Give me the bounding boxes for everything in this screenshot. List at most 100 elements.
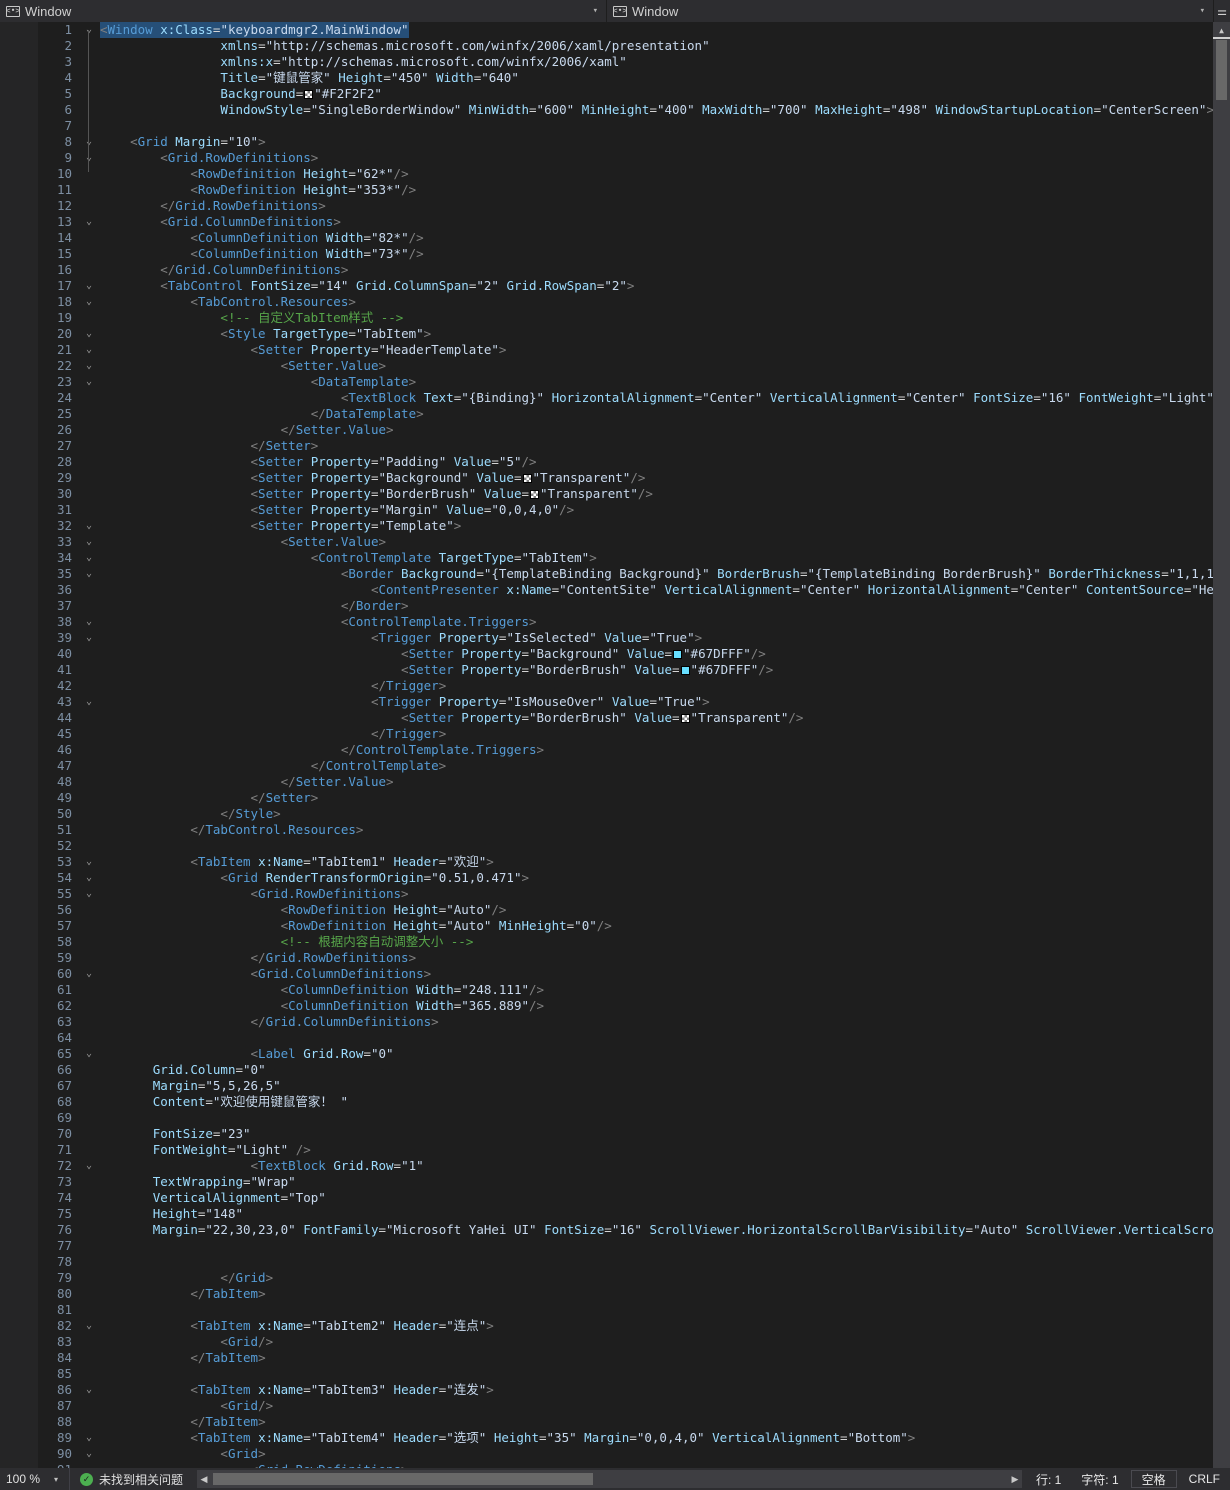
code-line[interactable]: <TextBlock Grid.Row="1" bbox=[100, 1158, 1230, 1174]
code-line[interactable]: <TabControl.Resources> bbox=[100, 294, 1230, 310]
code-line[interactable]: </Trigger> bbox=[100, 726, 1230, 742]
code-line[interactable]: <TabItem x:Name="TabItem4" Header="选项" H… bbox=[100, 1430, 1230, 1446]
scroll-left-arrow[interactable]: ◀ bbox=[197, 1470, 211, 1488]
code-line[interactable] bbox=[100, 838, 1230, 854]
code-line[interactable]: FontSize="23" bbox=[100, 1126, 1230, 1142]
code-line[interactable]: </TabItem> bbox=[100, 1350, 1230, 1366]
code-line[interactable]: <ColumnDefinition Width="73*"/> bbox=[100, 246, 1230, 262]
code-line[interactable]: <RowDefinition Height="Auto" MinHeight="… bbox=[100, 918, 1230, 934]
vertical-scroll-thumb[interactable] bbox=[1216, 40, 1227, 100]
fold-chevron-down-icon[interactable]: ⌄ bbox=[78, 566, 100, 582]
fold-chevron-down-icon[interactable]: ⌄ bbox=[78, 630, 100, 646]
code-line[interactable] bbox=[100, 118, 1230, 134]
code-line[interactable]: </TabItem> bbox=[100, 1286, 1230, 1302]
code-line[interactable]: <ColumnDefinition Width="82*"/> bbox=[100, 230, 1230, 246]
fold-chevron-down-icon[interactable]: ⌄ bbox=[78, 294, 100, 310]
vertical-scrollbar[interactable]: ▲ bbox=[1213, 22, 1230, 1468]
code-line[interactable]: Grid.Column="0" bbox=[100, 1062, 1230, 1078]
code-line[interactable] bbox=[100, 1302, 1230, 1318]
fold-chevron-down-icon[interactable]: ⌄ bbox=[78, 1430, 100, 1446]
code-line[interactable]: <Grid> bbox=[100, 1446, 1230, 1462]
code-line[interactable]: </Setter> bbox=[100, 790, 1230, 806]
code-line[interactable]: <Setter Property="Template"> bbox=[100, 518, 1230, 534]
zoom-control[interactable]: 100 % ▾ bbox=[0, 1468, 70, 1490]
status-indentation-mode[interactable]: 空格 bbox=[1130, 1470, 1177, 1488]
fold-chevron-down-icon[interactable]: ⌄ bbox=[78, 214, 100, 230]
code-line[interactable]: </Trigger> bbox=[100, 678, 1230, 694]
code-text-area[interactable]: <Window x:Class="keyboardmgr2.MainWindow… bbox=[100, 22, 1230, 1468]
code-line[interactable]: VerticalAlignment="Top" bbox=[100, 1190, 1230, 1206]
code-line[interactable]: </Setter.Value> bbox=[100, 422, 1230, 438]
code-line[interactable]: <Setter Property="Padding" Value="5"/> bbox=[100, 454, 1230, 470]
code-line[interactable]: <TabControl FontSize="14" Grid.ColumnSpa… bbox=[100, 278, 1230, 294]
code-line[interactable]: <!-- 根据内容自动调整大小 --> bbox=[100, 934, 1230, 950]
fold-chevron-down-icon[interactable]: ⌄ bbox=[78, 1158, 100, 1174]
code-line[interactable]: FontWeight="Light" /> bbox=[100, 1142, 1230, 1158]
fold-chevron-down-icon[interactable]: ⌄ bbox=[78, 854, 100, 870]
fold-chevron-down-icon[interactable]: ⌄ bbox=[78, 1046, 100, 1062]
fold-chevron-down-icon[interactable]: ⌄ bbox=[78, 358, 100, 374]
fold-chevron-down-icon[interactable]: ⌄ bbox=[78, 278, 100, 294]
code-line[interactable]: Height="148" bbox=[100, 1206, 1230, 1222]
code-line[interactable]: <ControlTemplate.Triggers> bbox=[100, 614, 1230, 630]
fold-chevron-down-icon[interactable]: ⌄ bbox=[78, 134, 100, 150]
code-line[interactable]: </Style> bbox=[100, 806, 1230, 822]
split-view-icon[interactable]: ⚌ bbox=[1214, 0, 1230, 22]
code-line[interactable]: Margin="5,5,26,5" bbox=[100, 1078, 1230, 1094]
code-line[interactable]: <Setter Property="BorderBrush" Value= "Tr… bbox=[100, 710, 1230, 726]
fold-chevron-down-icon[interactable]: ⌄ bbox=[78, 374, 100, 390]
code-line[interactable]: xmlns:x="http://schemas.microsoft.com/wi… bbox=[100, 54, 1230, 70]
status-line-ending[interactable]: CRLF bbox=[1179, 1468, 1230, 1490]
code-line[interactable]: TextWrapping="Wrap" bbox=[100, 1174, 1230, 1190]
fold-chevron-down-icon[interactable]: ⌄ bbox=[78, 1382, 100, 1398]
code-line[interactable]: WindowStyle="SingleBorderWindow" MinWidt… bbox=[100, 102, 1230, 118]
code-line[interactable]: </ControlTemplate.Triggers> bbox=[100, 742, 1230, 758]
code-line[interactable]: <Trigger Property="IsMouseOver" Value="T… bbox=[100, 694, 1230, 710]
code-line[interactable]: <Grid RenderTransformOrigin="0.51,0.471"… bbox=[100, 870, 1230, 886]
horizontal-scroll-thumb[interactable] bbox=[213, 1473, 594, 1485]
code-line[interactable]: <Grid.ColumnDefinitions> bbox=[100, 214, 1230, 230]
code-line[interactable]: <ColumnDefinition Width="248.111"/> bbox=[100, 982, 1230, 998]
fold-chevron-down-icon[interactable]: ⌄ bbox=[78, 966, 100, 982]
code-line[interactable] bbox=[100, 1366, 1230, 1382]
code-line[interactable]: </DataTemplate> bbox=[100, 406, 1230, 422]
code-line[interactable]: <Setter Property="Margin" Value="0,0,4,0… bbox=[100, 502, 1230, 518]
code-line[interactable]: <Grid.RowDefinitions> bbox=[100, 886, 1230, 902]
code-line[interactable]: <Setter.Value> bbox=[100, 358, 1230, 374]
code-line[interactable] bbox=[100, 1110, 1230, 1126]
code-line[interactable]: <TabItem x:Name="TabItem2" Header="连点"> bbox=[100, 1318, 1230, 1334]
code-line[interactable] bbox=[100, 1254, 1230, 1270]
fold-chevron-down-icon[interactable]: ⌄ bbox=[78, 1446, 100, 1462]
code-line[interactable]: </Grid.ColumnDefinitions> bbox=[100, 262, 1230, 278]
code-line[interactable]: Margin="22,30,23,0" FontFamily="Microsof… bbox=[100, 1222, 1230, 1238]
code-line[interactable]: <!-- 自定义TabItem样式 --> bbox=[100, 310, 1230, 326]
code-line[interactable]: <ControlTemplate TargetType="TabItem"> bbox=[100, 550, 1230, 566]
fold-chevron-down-icon[interactable]: ⌄ bbox=[78, 886, 100, 902]
code-line[interactable]: <Setter Property="Background" Value= "Tra… bbox=[100, 470, 1230, 486]
code-line[interactable]: <Border Background="{TemplateBinding Bac… bbox=[100, 566, 1230, 582]
code-line[interactable]: <RowDefinition Height="353*"/> bbox=[100, 182, 1230, 198]
tab-window-left[interactable]: <•> Window bbox=[0, 0, 79, 22]
code-line[interactable]: Content="欢迎使用键鼠管家！ " bbox=[100, 1094, 1230, 1110]
code-line[interactable]: </Grid.RowDefinitions> bbox=[100, 950, 1230, 966]
code-line[interactable]: Title="键鼠管家" Height="450" Width="640" bbox=[100, 70, 1230, 86]
code-line[interactable]: </TabItem> bbox=[100, 1414, 1230, 1430]
code-line[interactable]: <TabItem x:Name="TabItem1" Header="欢迎"> bbox=[100, 854, 1230, 870]
code-line[interactable]: <ContentPresenter x:Name="ContentSite" V… bbox=[100, 582, 1230, 598]
code-line[interactable]: <Grid Margin="10"> bbox=[100, 134, 1230, 150]
fold-column[interactable]: ⌄⌄⌄⌄⌄⌄⌄⌄⌄⌄⌄⌄⌄⌄⌄⌄⌄⌄⌄⌄⌄⌄⌄⌄⌄⌄⌄⌄ bbox=[78, 22, 100, 1468]
code-line[interactable]: <Setter.Value> bbox=[100, 534, 1230, 550]
code-line[interactable]: <Grid.RowDefinitions> bbox=[100, 150, 1230, 166]
fold-chevron-down-icon[interactable]: ⌄ bbox=[78, 550, 100, 566]
fold-chevron-down-icon[interactable]: ⌄ bbox=[78, 342, 100, 358]
code-line[interactable]: <Grid/> bbox=[100, 1334, 1230, 1350]
code-editor[interactable]: 1 2 3 4 5 6 7 8 9 10 11 12 13 14 15 16 17 18 19 20 21 22 23 24 2… bbox=[0, 22, 1230, 1468]
horizontal-scrollbar[interactable]: ◀ ▶ bbox=[197, 1470, 1022, 1488]
scroll-up-arrow[interactable]: ▲ bbox=[1213, 22, 1230, 38]
code-line[interactable]: <Style TargetType="TabItem"> bbox=[100, 326, 1230, 342]
code-line[interactable]: </Border> bbox=[100, 598, 1230, 614]
code-line[interactable]: <ColumnDefinition Width="365.889"/> bbox=[100, 998, 1230, 1014]
right-pane-dropdown-caret[interactable]: ▾ bbox=[1200, 0, 1205, 22]
code-line[interactable]: <Setter Property="Background" Value= "#67… bbox=[100, 646, 1230, 662]
code-line[interactable]: <Label Grid.Row="0" bbox=[100, 1046, 1230, 1062]
